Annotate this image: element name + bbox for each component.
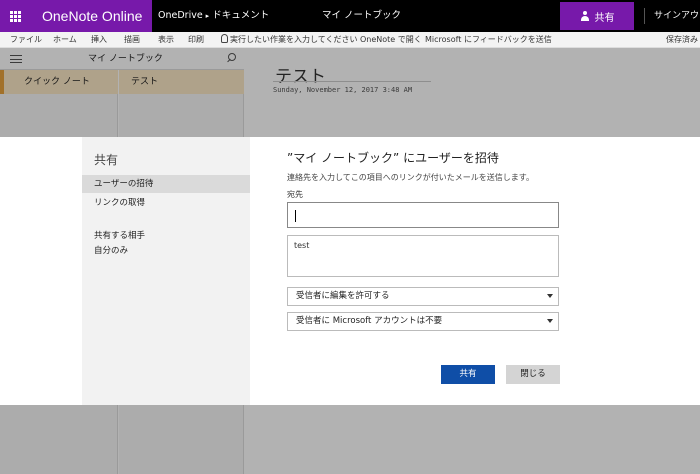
app-name[interactable]: OneNote Online bbox=[30, 0, 152, 32]
message-textarea[interactable]: test bbox=[287, 235, 559, 277]
breadcrumb-onedrive[interactable]: OneDrive bbox=[158, 10, 203, 21]
tab-view[interactable]: 表示 bbox=[158, 32, 174, 47]
shared-with-value: 自分のみ bbox=[94, 246, 129, 256]
document-title: マイ ノートブック bbox=[322, 10, 402, 21]
text-cursor bbox=[295, 210, 296, 222]
topbar-divider bbox=[644, 8, 645, 24]
breadcrumb: OneDrive ▸ ドキュメント bbox=[158, 0, 269, 32]
dialog-description: 連絡先を入力してこの項目へのリンクが付いたメールを送信します。 bbox=[287, 173, 534, 182]
ribbon-tabs: ファイル ホーム 挿入 描画 表示 印刷 実行したい作業を入力してください On… bbox=[0, 32, 700, 48]
sidebar-item-invite-people[interactable]: ユーザーの招待 bbox=[82, 175, 250, 193]
top-bar: OneNote Online OneDrive ▸ ドキュメント マイ ノートブック… bbox=[0, 0, 700, 32]
tab-print[interactable]: 印刷 bbox=[188, 32, 204, 47]
close-button[interactable]: 閉じる bbox=[506, 365, 560, 384]
waffle-icon bbox=[9, 10, 21, 22]
tab-file[interactable]: ファイル bbox=[10, 32, 42, 47]
save-status: 保存済み bbox=[666, 35, 698, 44]
sidebar-item-get-link[interactable]: リンクの取得 bbox=[82, 194, 250, 212]
recipient-input[interactable] bbox=[287, 202, 559, 228]
dropdown-arrow-icon bbox=[547, 294, 553, 298]
tell-me-search[interactable]: 実行したい作業を入力してください bbox=[221, 32, 358, 47]
permission-select[interactable]: 受信者に編集を許可する bbox=[287, 287, 559, 306]
tab-home[interactable]: ホーム bbox=[53, 32, 77, 47]
dropdown-arrow-icon bbox=[547, 319, 553, 323]
tab-draw[interactable]: 描画 bbox=[124, 32, 140, 47]
share-dialog: 共有 ユーザーの招待 リンクの取得 共有する相手 自分のみ ”マイ ノートブック… bbox=[0, 137, 700, 405]
tab-insert[interactable]: 挿入 bbox=[91, 32, 107, 47]
to-field-label: 宛先 bbox=[287, 190, 303, 199]
sign-out-link[interactable]: サインアウ bbox=[654, 0, 699, 32]
lightbulb-icon bbox=[221, 34, 228, 43]
account-requirement-select[interactable]: 受信者に Microsoft アカウントは不要 bbox=[287, 312, 559, 331]
app-launcher-button[interactable] bbox=[0, 0, 30, 32]
dialog-title: ”マイ ノートブック” にユーザーを招待 bbox=[287, 151, 499, 165]
share-sidebar-title: 共有 bbox=[94, 153, 119, 167]
open-in-onenote-button[interactable]: OneNote で開く bbox=[360, 32, 422, 47]
feedback-link[interactable]: Microsoft にフィードバックを送信 bbox=[425, 32, 552, 47]
person-icon bbox=[580, 11, 590, 21]
share-button-top[interactable]: 共有 bbox=[560, 2, 634, 30]
breadcrumb-documents[interactable]: ドキュメント bbox=[212, 10, 269, 21]
breadcrumb-separator-icon: ▸ bbox=[205, 12, 210, 20]
share-dialog-sidebar: 共有 ユーザーの招待 リンクの取得 共有する相手 自分のみ bbox=[82, 137, 250, 405]
shared-with-heading: 共有する相手 bbox=[94, 231, 146, 241]
share-button-label: 共有 bbox=[594, 12, 615, 24]
permission-select-value: 受信者に編集を許可する bbox=[296, 291, 390, 301]
account-select-value: 受信者に Microsoft アカウントは不要 bbox=[296, 316, 443, 326]
share-button[interactable]: 共有 bbox=[441, 365, 495, 384]
